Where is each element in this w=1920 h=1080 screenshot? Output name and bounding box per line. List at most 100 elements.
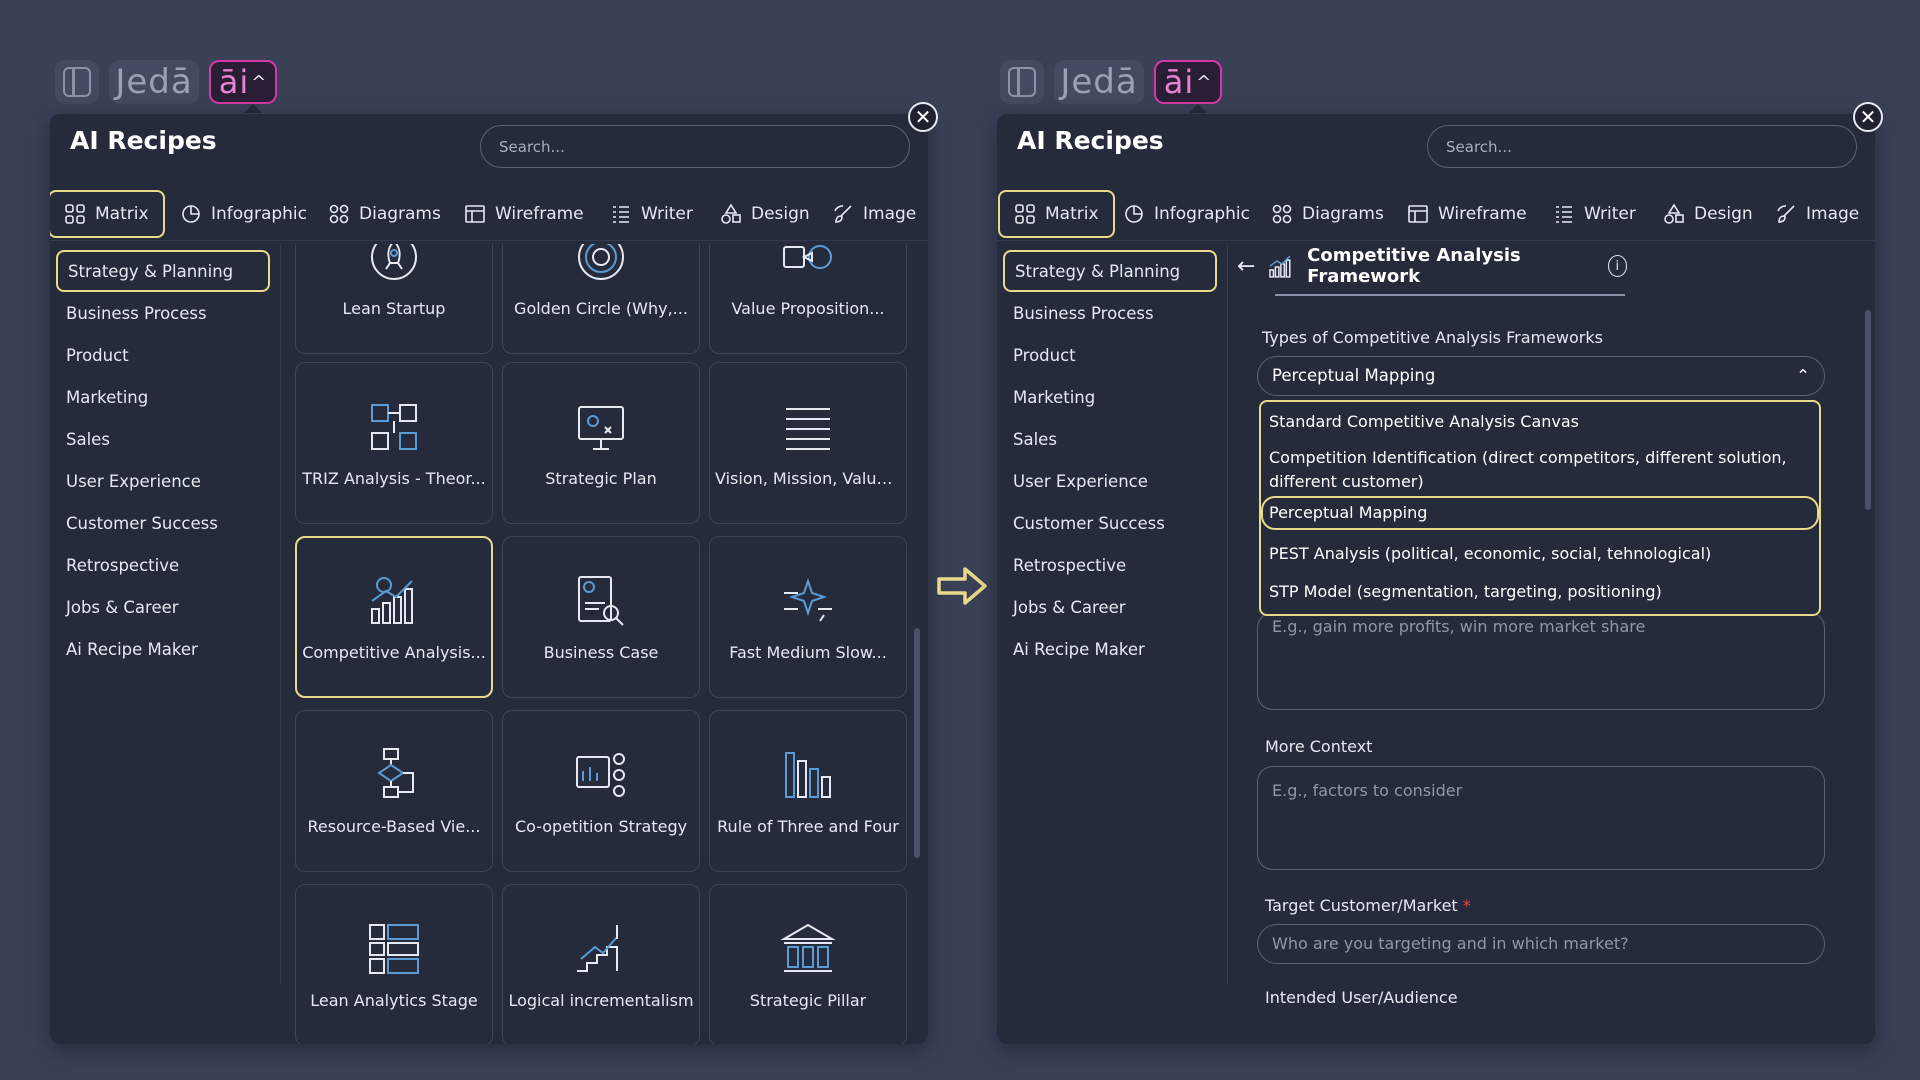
sidebar-item-product[interactable]: Product	[56, 334, 270, 376]
recipe-card[interactable]: Strategic Pillar	[709, 884, 907, 1044]
lines-icon	[1553, 203, 1575, 225]
jeda-logo[interactable]: Jedā	[1054, 60, 1144, 104]
recipe-card[interactable]: Fast Medium Slow...	[709, 536, 907, 698]
recipe-label: Fast Medium Slow...	[729, 642, 887, 662]
close-button[interactable]: ✕	[1853, 102, 1883, 132]
sidebar-item-jobs-career[interactable]: Jobs & Career	[1003, 586, 1217, 628]
sidebar-item-ai-recipe-maker[interactable]: Ai Recipe Maker	[1003, 628, 1217, 670]
sidebar-item-business-process[interactable]: Business Process	[56, 292, 270, 334]
tab-writer[interactable]: Writer	[602, 190, 701, 238]
sidebar-toggle-button[interactable]	[1000, 60, 1044, 104]
recipe-card[interactable]: Co-opetition Strategy	[502, 710, 700, 872]
goal-textarea[interactable]: E.g., gain more profits, win more market…	[1257, 612, 1825, 710]
recipe-card[interactable]: Business Case	[502, 536, 700, 698]
types-label: Types of Competitive Analysis Frameworks	[1262, 328, 1603, 347]
scrollbar[interactable]	[914, 628, 920, 858]
recipe-title: Competitive Analysis Framework	[1307, 245, 1521, 287]
tabs-divider	[50, 240, 928, 241]
sidebar-item-retrospective[interactable]: Retrospective	[56, 544, 270, 586]
audience-label: Intended User/Audience	[1265, 988, 1458, 1007]
nodes-icon	[328, 203, 350, 225]
jeda-logo[interactable]: Jedā	[109, 60, 199, 104]
recipe-card[interactable]: Lean Analytics Stage	[295, 884, 493, 1044]
more-context-textarea[interactable]: E.g., factors to consider	[1257, 766, 1825, 870]
chevron-up-icon: ^	[1196, 71, 1213, 93]
tab-design[interactable]: Design	[712, 190, 818, 238]
dropdown-option-selected[interactable]: Perceptual Mapping	[1261, 496, 1819, 530]
team-board-icon	[576, 752, 625, 797]
target-input[interactable]: Who are you targeting and in which marke…	[1257, 924, 1825, 964]
recipe-card[interactable]: Logical incrementalism	[502, 884, 700, 1044]
recipe-card-selected[interactable]: Competitive Analysis...	[295, 536, 493, 698]
recipe-card[interactable]: Rule of Three and Four	[709, 710, 907, 872]
search-input[interactable]: Search...	[480, 125, 910, 168]
sidebar-item-user-experience[interactable]: User Experience	[1003, 460, 1217, 502]
popover-notch	[244, 104, 262, 113]
sidebar-item-sales[interactable]: Sales	[56, 418, 270, 460]
ai-button[interactable]: āi ^	[1154, 60, 1222, 104]
dropdown-option[interactable]: Standard Competitive Analysis Canvas	[1267, 410, 1813, 434]
bars-icon	[785, 751, 831, 798]
tab-label: Image	[863, 204, 917, 224]
recipe-card[interactable]: Strategic Plan	[502, 362, 700, 524]
growth-chart-icon	[1269, 255, 1291, 278]
value-prop-icon	[783, 244, 832, 269]
recipe-label: Lean Analytics Stage	[310, 990, 478, 1010]
sidebar-item-retrospective[interactable]: Retrospective	[1003, 544, 1217, 586]
close-button[interactable]: ✕	[908, 102, 938, 132]
recipe-label: Competitive Analysis...	[302, 642, 486, 662]
recipe-card[interactable]: Lean Startup	[295, 244, 493, 354]
required-mark: *	[1462, 896, 1471, 915]
dropdown-option[interactable]: PEST Analysis (political, economic, soci…	[1267, 542, 1813, 566]
recipe-label: Golden Circle (Why,...	[514, 298, 688, 318]
wireframe-icon	[464, 203, 486, 225]
tab-image[interactable]: Image	[824, 190, 924, 238]
sidebar-item-product[interactable]: Product	[1003, 334, 1217, 376]
tab-infographic[interactable]: Infographic	[1115, 190, 1258, 238]
tab-label: Infographic	[211, 204, 308, 224]
recipe-card[interactable]: Golden Circle (Why,...	[502, 244, 700, 354]
tab-design[interactable]: Design	[1655, 190, 1761, 238]
tab-wireframe[interactable]: Wireframe	[1399, 190, 1535, 238]
recipe-card[interactable]: Resource-Based Vie...	[295, 710, 493, 872]
back-arrow-icon[interactable]: ←	[1237, 254, 1255, 279]
sparkle-icon	[784, 577, 832, 622]
sidebar-item-customer-success[interactable]: Customer Success	[1003, 502, 1217, 544]
sidebar-item-ai-recipe-maker[interactable]: Ai Recipe Maker	[56, 628, 270, 670]
dropdown-option[interactable]: Competition Identification (direct compe…	[1267, 446, 1813, 494]
tab-diagrams[interactable]: Diagrams	[1263, 190, 1392, 238]
strategy-board-icon	[578, 405, 624, 450]
sidebar-item-jobs-career[interactable]: Jobs & Career	[56, 586, 270, 628]
sidebar-item-user-experience[interactable]: User Experience	[56, 460, 270, 502]
report-search-icon	[578, 575, 624, 626]
sidebar-item-strategy-planning[interactable]: Strategy & Planning	[56, 250, 270, 292]
tab-image[interactable]: Image	[1767, 190, 1867, 238]
sidebar-item-business-process[interactable]: Business Process	[1003, 292, 1217, 334]
tab-diagrams[interactable]: Diagrams	[320, 190, 449, 238]
dropdown-option[interactable]: STP Model (segmentation, targeting, posi…	[1267, 580, 1813, 604]
info-icon[interactable]: i	[1607, 255, 1627, 277]
sidebar-item-strategy-planning[interactable]: Strategy & Planning	[1003, 250, 1217, 292]
recipe-card[interactable]: Value Proposition...	[709, 244, 907, 354]
tab-writer[interactable]: Writer	[1545, 190, 1644, 238]
sidebar-toggle-button[interactable]	[55, 60, 99, 104]
tab-infographic[interactable]: Infographic	[172, 190, 315, 238]
search-input[interactable]: Search...	[1427, 125, 1857, 168]
tab-matrix[interactable]: Matrix	[998, 190, 1115, 238]
panel-title: AI Recipes	[1017, 126, 1164, 155]
sidebar-item-sales[interactable]: Sales	[1003, 418, 1217, 460]
sidebar-item-marketing[interactable]: Marketing	[1003, 376, 1217, 418]
tab-wireframe[interactable]: Wireframe	[456, 190, 592, 238]
sidebar-item-customer-success[interactable]: Customer Success	[56, 502, 270, 544]
recipe-card[interactable]: Vision, Mission, Value...	[709, 362, 907, 524]
tab-label: Matrix	[95, 204, 149, 224]
framework-type-select[interactable]: Perceptual Mapping ⌃	[1257, 356, 1825, 396]
ai-button[interactable]: āi ^	[209, 60, 277, 104]
recipe-card[interactable]: TRIZ Analysis - Theor...	[295, 362, 493, 524]
ai-label: āi	[218, 63, 250, 101]
tab-matrix[interactable]: Matrix	[50, 190, 165, 238]
scrollbar[interactable]	[1865, 310, 1871, 510]
sidebar-item-marketing[interactable]: Marketing	[56, 376, 270, 418]
grid-icon	[1014, 203, 1036, 225]
title-underline	[1275, 294, 1625, 296]
